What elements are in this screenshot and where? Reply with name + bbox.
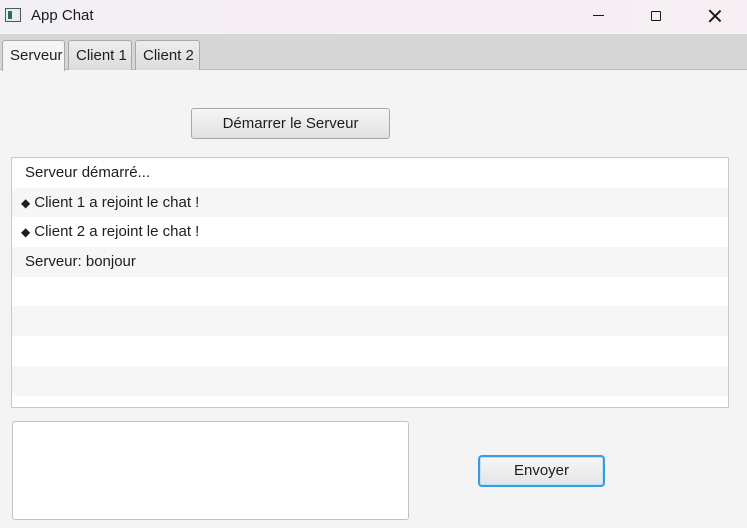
message-input[interactable]: [12, 421, 409, 520]
tab-client-2[interactable]: Client 2: [135, 40, 200, 70]
app-window: App Chat Serveur Client 1 Client 2 Démar…: [0, 0, 747, 528]
join-icon: ◆: [21, 195, 31, 210]
list-item: ◆ Client 2 a rejoint le chat !: [12, 217, 728, 247]
tab-serveur[interactable]: Serveur: [2, 40, 65, 71]
list-item: [12, 306, 728, 337]
tab-strip: Serveur Client 1 Client 2: [0, 34, 747, 71]
list-item-text: Serveur: bonjour: [25, 253, 136, 271]
tab-client-1[interactable]: Client 1: [68, 40, 132, 70]
list-item-text: Serveur démarré...: [25, 164, 151, 181]
list-item: ◆ Client 1 a rejoint le chat !: [12, 187, 728, 218]
start-server-button[interactable]: Démarrer le Serveur: [191, 108, 390, 139]
list-item: [12, 336, 728, 366]
app-icon: [5, 8, 21, 22]
list-item: Serveur: bonjour: [12, 247, 728, 277]
maximize-icon: [651, 10, 661, 21]
message-log-list[interactable]: Serveur démarré... ◆ Client 1 a rejoint l…: [11, 157, 729, 408]
list-item: Serveur démarré...: [12, 158, 728, 188]
list-item: [12, 277, 728, 307]
list-item-text: Client 2 a rejoint le chat !: [34, 223, 200, 241]
minimize-icon: [592, 14, 604, 17]
close-icon: [708, 9, 722, 23]
window-title: App Chat: [31, 7, 94, 24]
list-item: [12, 365, 728, 396]
close-button[interactable]: [686, 0, 744, 31]
join-icon: ◆: [21, 225, 31, 240]
minimize-button[interactable]: [569, 0, 627, 31]
send-button[interactable]: Envoyer: [478, 455, 605, 487]
list-item-text: Client 1 a rejoint le chat !: [34, 193, 200, 211]
maximize-button[interactable]: [627, 0, 685, 31]
title-bar[interactable]: App Chat: [0, 0, 747, 33]
